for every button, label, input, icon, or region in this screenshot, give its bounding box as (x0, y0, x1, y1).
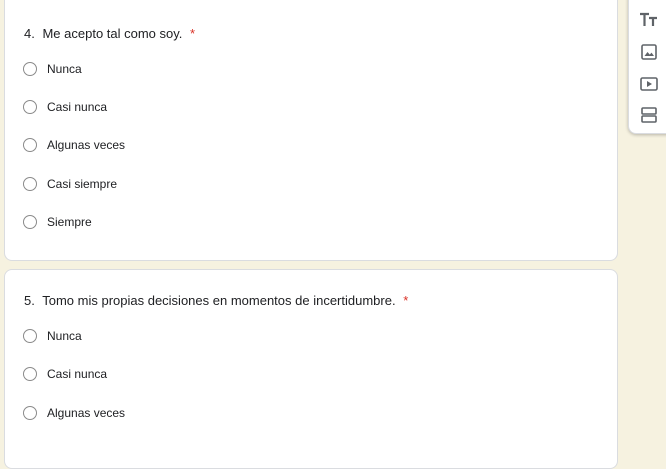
radio-option-nunca[interactable]: Nunca (23, 59, 82, 79)
radio-option-algunas-veces[interactable]: Algunas veces (23, 403, 125, 423)
radio-button[interactable] (23, 367, 37, 381)
add-title-icon (640, 12, 657, 26)
radio-option-algunas-veces[interactable]: Algunas veces (23, 135, 125, 155)
radio-button[interactable] (23, 177, 37, 191)
option-label: Casi nunca (47, 367, 108, 381)
radio-button[interactable] (23, 138, 37, 152)
option-label: Casi nunca (47, 100, 108, 114)
question-card-4: 4. Me acepto tal como soy. * Nunca Casi … (4, 0, 618, 261)
question-text: Tomo mis propias decisiones en momentos … (42, 293, 396, 308)
option-label: Nunca (47, 62, 82, 76)
option-label: Nunca (47, 329, 82, 343)
option-label: Siempre (47, 215, 92, 229)
floating-toolbar (628, 0, 666, 134)
option-label: Algunas veces (47, 138, 126, 152)
question-card-5: 5. Tomo mis propias decisiones en moment… (4, 269, 618, 469)
radio-button[interactable] (23, 406, 37, 420)
radio-button[interactable] (23, 100, 37, 114)
add-image-icon (641, 44, 657, 60)
add-video-icon (640, 77, 658, 91)
question-number: 5. (24, 293, 35, 308)
add-title-button[interactable] (637, 8, 661, 32)
question-number: 4. (24, 26, 35, 41)
radio-option-casi-nunca[interactable]: Casi nunca (23, 97, 107, 117)
required-asterisk: * (403, 293, 409, 308)
radio-button[interactable] (23, 329, 37, 343)
option-label: Algunas veces (47, 406, 126, 420)
radio-button[interactable] (23, 215, 37, 229)
option-label: Casi siempre (47, 177, 118, 191)
add-section-button[interactable] (637, 103, 661, 127)
radio-button[interactable] (23, 62, 37, 76)
radio-option-siempre[interactable]: Siempre (23, 212, 92, 232)
radio-option-casi-nunca[interactable]: Casi nunca (23, 364, 107, 384)
radio-option-casi-siempre[interactable]: Casi siempre (23, 174, 117, 194)
add-image-button[interactable] (637, 40, 661, 64)
radio-option-nunca[interactable]: Nunca (23, 326, 82, 346)
add-section-icon (641, 107, 657, 123)
question-title: 5. Tomo mis propias decisiones en moment… (24, 293, 408, 308)
required-asterisk: * (190, 26, 196, 41)
question-text: Me acepto tal como soy. (42, 26, 183, 41)
question-title: 4. Me acepto tal como soy. * (24, 26, 195, 41)
add-video-button[interactable] (637, 72, 661, 96)
